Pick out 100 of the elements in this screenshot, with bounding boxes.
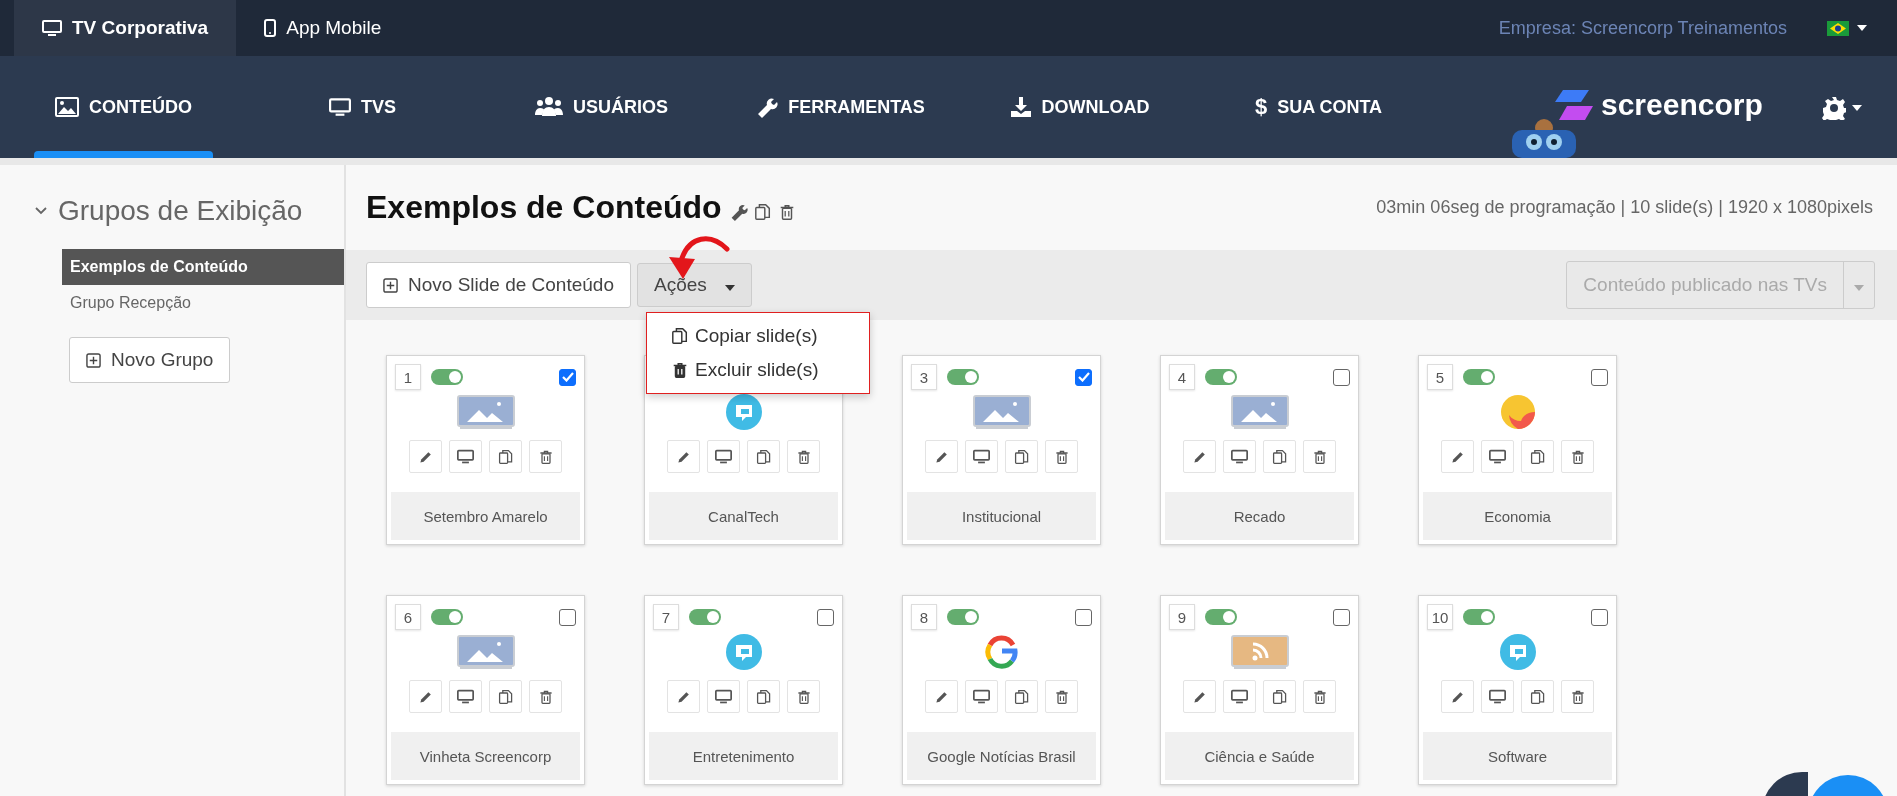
menu-item[interactable]: Excluir slide(s) — [647, 353, 869, 387]
slide-checkbox[interactable] — [559, 368, 576, 386]
slide-number: 9 — [1169, 604, 1195, 630]
preview-button[interactable] — [707, 440, 740, 473]
toggle-switch[interactable] — [431, 609, 463, 625]
monitor-icon — [457, 688, 474, 705]
preview-button[interactable] — [707, 680, 740, 713]
copy-button[interactable] — [1521, 680, 1554, 713]
toggle-switch[interactable] — [431, 369, 463, 385]
slide-checkbox[interactable] — [1333, 608, 1350, 626]
toggle-switch[interactable] — [1463, 369, 1495, 385]
copy-icon — [1529, 448, 1546, 465]
caret-icon — [724, 285, 735, 291]
settings-icon[interactable] — [1822, 96, 1846, 120]
trash-icon — [1311, 688, 1328, 705]
edit-button[interactable] — [409, 680, 442, 713]
edit-button[interactable] — [667, 680, 700, 713]
preview-button[interactable] — [449, 440, 482, 473]
copy-button[interactable] — [489, 440, 522, 473]
slide-checkbox[interactable] — [1075, 368, 1092, 386]
trash-icon — [1311, 448, 1328, 465]
delete-button[interactable] — [1045, 680, 1078, 713]
preview-button[interactable] — [1223, 440, 1256, 473]
nav-tab[interactable]: FERRAMENTAS — [721, 56, 960, 158]
copy-icon — [755, 688, 772, 705]
trash-icon — [1053, 448, 1070, 465]
caret-icon — [1854, 285, 1864, 291]
wrench-icon[interactable] — [729, 202, 748, 221]
edit-button[interactable] — [667, 440, 700, 473]
edit-button[interactable] — [925, 440, 958, 473]
slide-number: 3 — [911, 364, 937, 390]
delete-button[interactable] — [1045, 440, 1078, 473]
nav-tab[interactable]: DOWNLOAD — [960, 56, 1199, 158]
actions-button[interactable]: Ações — [637, 263, 752, 307]
toggle-switch[interactable] — [1463, 609, 1495, 625]
edit-button[interactable] — [1441, 680, 1474, 713]
nav-tab[interactable]: $ SUA CONTA — [1199, 56, 1438, 158]
slide-checkbox[interactable] — [559, 608, 576, 626]
top-tab[interactable]: App Mobile — [236, 0, 410, 56]
slide-checkbox[interactable] — [1333, 368, 1350, 386]
copy-button[interactable] — [1263, 680, 1296, 713]
delete-button[interactable] — [1303, 680, 1336, 713]
group-item[interactable]: Exemplos de Conteúdo — [62, 249, 344, 285]
monitor-icon — [42, 18, 62, 38]
delete-button[interactable] — [787, 440, 820, 473]
delete-button[interactable] — [1561, 680, 1594, 713]
edit-button[interactable] — [409, 440, 442, 473]
preview-button[interactable] — [1481, 680, 1514, 713]
new-group-button[interactable]: Novo Grupo — [69, 337, 231, 383]
slide-number: 7 — [653, 604, 679, 630]
image-thumbnail-icon — [972, 395, 1031, 429]
slide-checkbox[interactable] — [1075, 608, 1092, 626]
toggle-switch[interactable] — [947, 609, 979, 625]
copy-button[interactable] — [747, 680, 780, 713]
delete-button[interactable] — [1561, 440, 1594, 473]
new-slide-button[interactable]: Novo Slide de Conteúdo — [366, 262, 631, 308]
preview-button[interactable] — [965, 680, 998, 713]
image-thumbnail-icon — [456, 635, 515, 669]
flag-icon[interactable] — [1827, 20, 1849, 36]
slide-checkbox[interactable] — [1591, 368, 1608, 386]
edit-button[interactable] — [1183, 440, 1216, 473]
nav-tab[interactable]: TVS — [243, 56, 482, 158]
delete-button[interactable] — [787, 680, 820, 713]
nav-tab[interactable]: CONTEÚDO — [4, 56, 243, 158]
copy-button[interactable] — [489, 680, 522, 713]
toggle-switch[interactable] — [1205, 609, 1237, 625]
copy-button[interactable] — [1521, 440, 1554, 473]
copy-button[interactable] — [1005, 680, 1038, 713]
toggle-switch[interactable] — [1205, 369, 1237, 385]
monitor-icon — [1489, 448, 1506, 465]
toggle-switch[interactable] — [947, 369, 979, 385]
copy-button[interactable] — [1005, 440, 1038, 473]
slide-checkbox[interactable] — [817, 608, 834, 626]
slide-checkbox[interactable] — [1591, 608, 1608, 626]
menu-item[interactable]: Copiar slide(s) — [647, 319, 869, 353]
preview-button[interactable] — [449, 680, 482, 713]
trash-icon — [537, 448, 554, 465]
copy-button[interactable] — [1263, 440, 1296, 473]
edit-button[interactable] — [1183, 680, 1216, 713]
copy-button[interactable] — [747, 440, 780, 473]
preview-button[interactable] — [1223, 680, 1256, 713]
slide-name: Ciência e Saúde — [1165, 732, 1354, 780]
delete-button[interactable] — [529, 440, 562, 473]
top-tab[interactable]: TV Corporativa — [14, 0, 237, 56]
delete-button[interactable] — [529, 680, 562, 713]
toggle-switch[interactable] — [689, 609, 721, 625]
trash-icon — [537, 688, 554, 705]
caret-icon — [1857, 25, 1867, 31]
slide-name: Vinheta Screencorp — [391, 732, 580, 780]
download-icon — [1009, 96, 1032, 118]
delete-button[interactable] — [1303, 440, 1336, 473]
edit-button[interactable] — [1441, 440, 1474, 473]
edit-button[interactable] — [925, 680, 958, 713]
logo-text: screencorp — [1601, 88, 1763, 122]
preview-button[interactable] — [965, 440, 998, 473]
nav-tab[interactable]: USUÁRIOS — [482, 56, 721, 158]
trash-icon — [1569, 448, 1586, 465]
monitor-icon — [973, 448, 990, 465]
preview-button[interactable] — [1481, 440, 1514, 473]
group-item[interactable]: Grupo Recepção — [62, 285, 344, 321]
